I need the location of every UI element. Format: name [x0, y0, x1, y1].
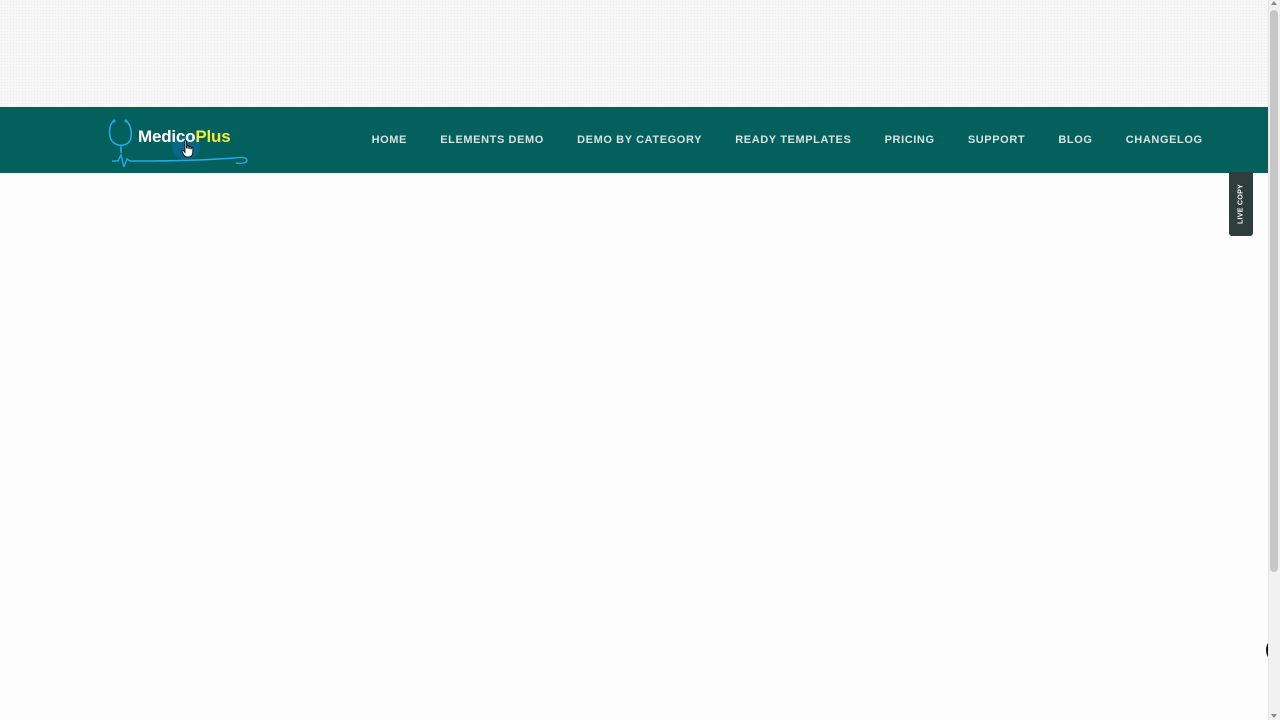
logo-text-part2: Plus: [195, 127, 231, 146]
vertical-scrollbar[interactable]: [1268, 0, 1280, 720]
nav-item-blog[interactable]: BLOG: [1042, 134, 1109, 146]
nav-item-changelog[interactable]: CHANGELOG: [1109, 134, 1219, 146]
live-copy-label: LIVE COPY: [1237, 183, 1245, 225]
scroll-down-icon[interactable]: [1271, 714, 1277, 718]
nav-item-support[interactable]: SUPPORT: [951, 134, 1042, 146]
nav-item-elements-demo[interactable]: ELEMENTS DEMO: [424, 134, 561, 146]
top-banner-area: [0, 0, 1268, 107]
nav-item-ready-templates[interactable]: READY TEMPLATES: [719, 134, 868, 146]
live-copy-tab[interactable]: LIVE COPY: [1229, 172, 1253, 236]
hand-pointer-icon: [181, 140, 195, 158]
nav-item-home[interactable]: HOME: [355, 134, 424, 146]
scroll-up-icon[interactable]: [1271, 1, 1277, 5]
scrollbar-thumb[interactable]: [1270, 10, 1278, 572]
main-menu: HOME ELEMENTS DEMO DEMO BY CATEGORY READ…: [355, 107, 1219, 173]
nav-item-demo-by-category[interactable]: DEMO BY CATEGORY: [561, 134, 719, 146]
nav-item-pricing[interactable]: PRICING: [868, 134, 951, 146]
page: MedicoPlus HOME ELEMENTS DEMO DEMO BY CA…: [0, 0, 1280, 720]
